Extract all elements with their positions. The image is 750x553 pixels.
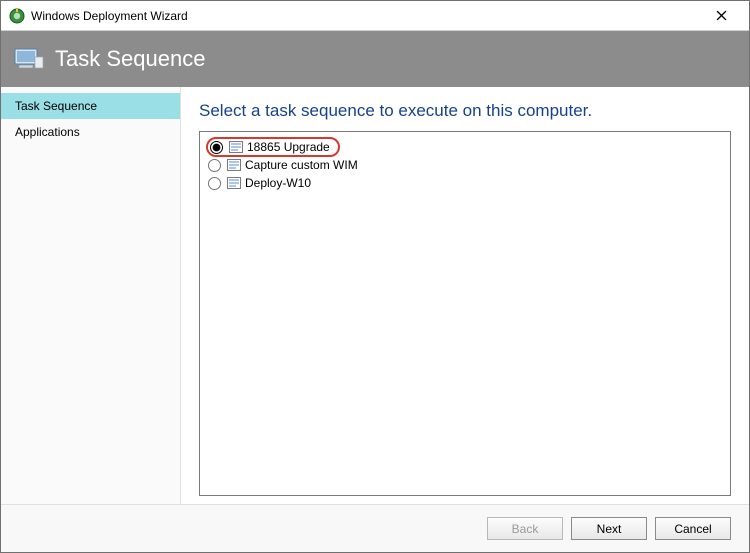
footer: Back Next Cancel xyxy=(1,504,749,552)
body: Task Sequence Applications Select a task… xyxy=(1,87,749,504)
task-sequence-label: 18865 Upgrade xyxy=(247,140,330,154)
task-sequence-row[interactable]: 18865 Upgrade xyxy=(208,138,722,156)
close-icon xyxy=(716,10,727,21)
button-label: Cancel xyxy=(674,522,711,536)
window-title: Windows Deployment Wizard xyxy=(31,9,188,23)
close-button[interactable] xyxy=(701,1,741,31)
button-label: Back xyxy=(512,522,539,536)
banner-title: Task Sequence xyxy=(55,46,205,72)
sidebar-item-task-sequence[interactable]: Task Sequence xyxy=(1,93,180,119)
task-sequence-label: Deploy-W10 xyxy=(245,176,311,190)
task-sequence-icon xyxy=(227,177,241,189)
sidebar-item-applications[interactable]: Applications xyxy=(1,119,180,145)
sidebar: Task Sequence Applications xyxy=(1,87,181,504)
main-panel: Select a task sequence to execute on thi… xyxy=(181,87,749,504)
highlight-annotation: 18865 Upgrade xyxy=(206,137,340,157)
task-sequence-row[interactable]: Capture custom WIM xyxy=(208,156,722,174)
task-sequence-label: Capture custom WIM xyxy=(245,158,358,172)
app-icon xyxy=(9,8,25,24)
sidebar-item-label: Task Sequence xyxy=(15,99,97,113)
cancel-button[interactable]: Cancel xyxy=(655,517,731,540)
task-sequence-radio[interactable] xyxy=(208,177,221,190)
task-sequence-radio[interactable] xyxy=(208,159,221,172)
task-sequence-icon xyxy=(227,159,241,171)
task-sequence-row[interactable]: Deploy-W10 xyxy=(208,174,722,192)
back-button[interactable]: Back xyxy=(487,517,563,540)
task-sequence-list[interactable]: 18865 Upgrade Capture custom WIM xyxy=(199,131,731,496)
banner: Task Sequence xyxy=(1,31,749,87)
task-sequence-icon xyxy=(229,141,243,153)
computer-icon xyxy=(13,47,45,71)
titlebar: Windows Deployment Wizard xyxy=(1,1,749,31)
sidebar-item-label: Applications xyxy=(15,125,80,139)
next-button[interactable]: Next xyxy=(571,517,647,540)
task-sequence-radio[interactable] xyxy=(210,141,223,154)
button-label: Next xyxy=(597,522,622,536)
wizard-window: Windows Deployment Wizard Task Sequence … xyxy=(0,0,750,553)
page-heading: Select a task sequence to execute on thi… xyxy=(199,101,731,121)
